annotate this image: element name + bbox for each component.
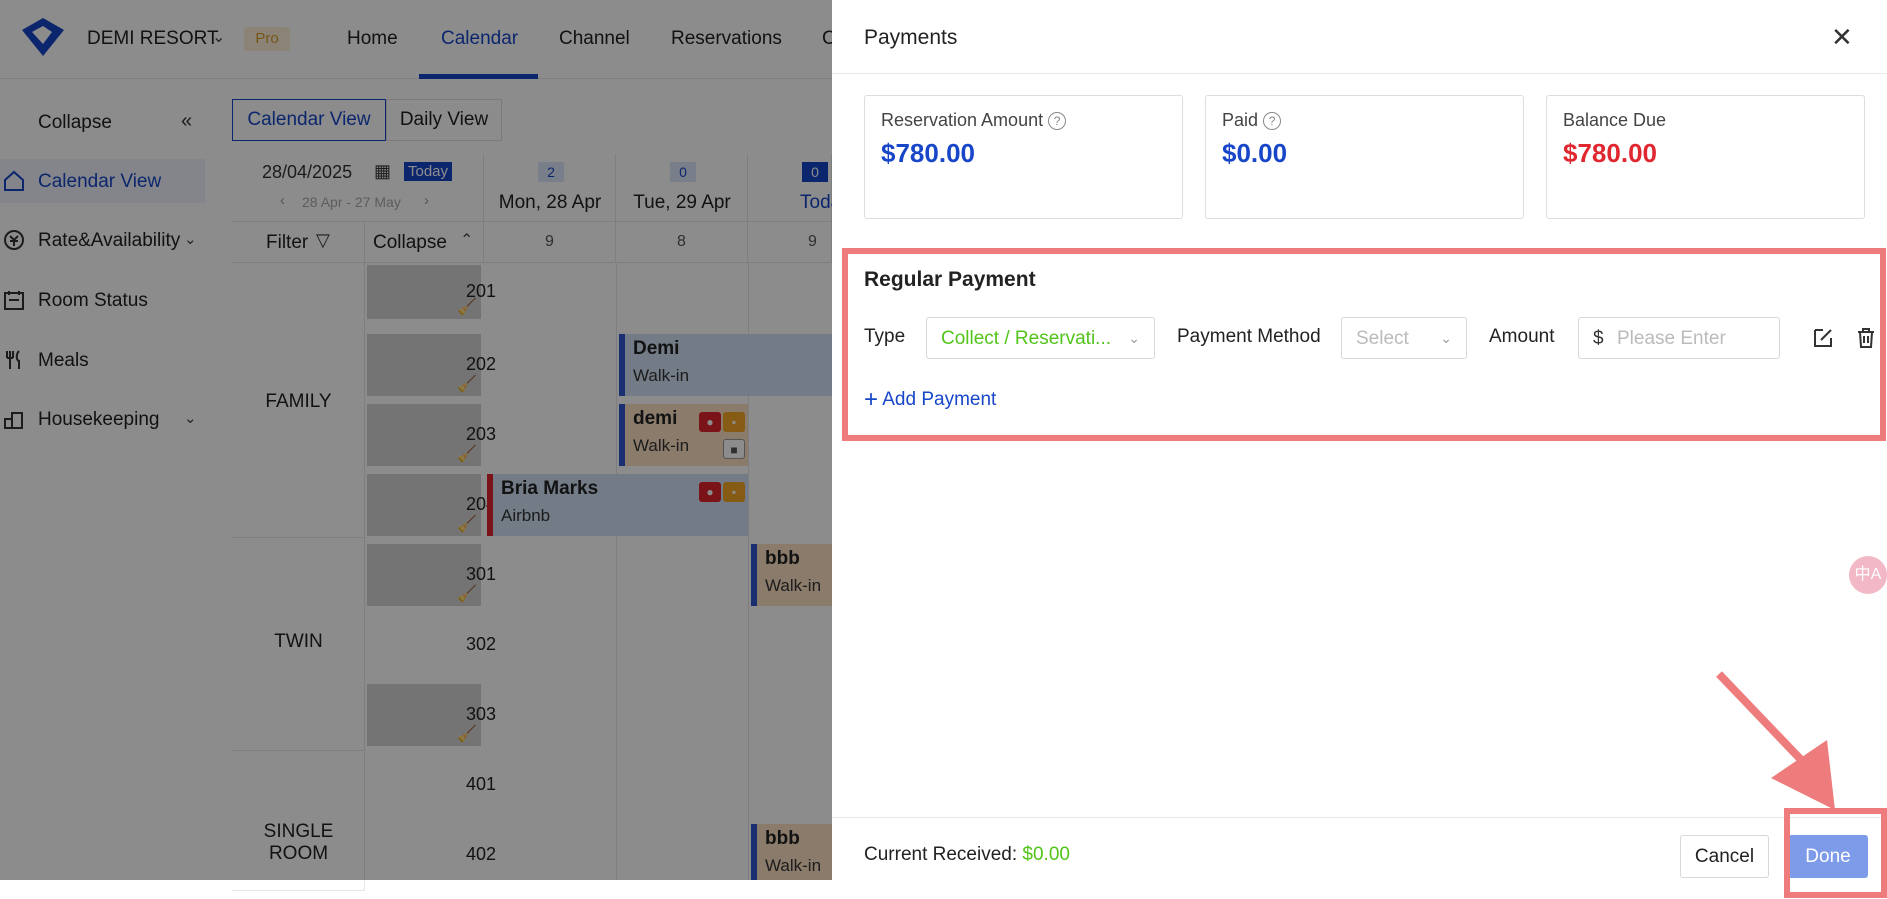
cancel-button[interactable]: Cancel (1680, 835, 1769, 878)
card-label: Paid (1222, 110, 1259, 130)
close-icon[interactable]: ✕ (1831, 22, 1853, 53)
help-icon[interactable]: ? (1263, 112, 1282, 131)
card-label: Balance Due (1563, 110, 1667, 130)
card-value: $780.00 (1563, 138, 1657, 168)
current-received-label: Current Received: (864, 844, 1018, 865)
amount-input[interactable]: $ Please Enter (1578, 317, 1780, 359)
edit-icon[interactable] (1811, 326, 1835, 350)
amount-label: Amount (1489, 326, 1555, 347)
payment-method-label: Payment Method (1177, 326, 1321, 347)
current-received: Current Received: $0.00 (864, 844, 1070, 866)
app-window: DEMI RESORT ⌄ Pro Home Calendar Channel … (0, 0, 1887, 898)
paid-card: Paid? $0.00 (1205, 95, 1524, 219)
card-value: $780.00 (881, 138, 975, 168)
modal-backdrop[interactable] (0, 0, 832, 880)
translate-icon[interactable]: 中A (1849, 556, 1887, 594)
divider (832, 817, 1887, 818)
add-payment-label: Add Payment (882, 389, 997, 410)
payment-method-select[interactable]: Select ⌄ (1341, 317, 1467, 359)
chevron-down-icon: ⌄ (1440, 330, 1452, 346)
done-highlight (1784, 808, 1887, 898)
card-value: $0.00 (1222, 138, 1288, 168)
trash-icon[interactable] (1854, 326, 1878, 350)
type-select[interactable]: Collect / Reservati... ⌄ (926, 317, 1155, 359)
balance-due-card: Balance Due $780.00 (1546, 95, 1865, 219)
currency-symbol: $ (1593, 328, 1604, 349)
payments-drawer: Payments ✕ Reservation Amount? $780.00 P… (832, 0, 1887, 898)
add-payment-button[interactable]: + Add Payment (864, 386, 996, 414)
current-received-value: $0.00 (1022, 844, 1070, 865)
payment-method-placeholder: Select (1356, 328, 1409, 349)
chevron-down-icon: ⌄ (1128, 330, 1140, 346)
help-icon[interactable]: ? (1048, 112, 1067, 131)
arrow-annotation-icon (1716, 671, 1835, 810)
card-label: Reservation Amount (881, 110, 1044, 130)
reservation-amount-card: Reservation Amount? $780.00 (864, 95, 1183, 219)
type-label: Type (864, 326, 906, 347)
type-value: Collect / Reservati... (941, 328, 1111, 349)
amount-placeholder: Please Enter (1617, 328, 1726, 349)
regular-payment-title: Regular Payment (864, 268, 1036, 291)
plus-icon: + (864, 386, 879, 413)
drawer-title: Payments (864, 26, 958, 49)
divider (832, 73, 1887, 74)
